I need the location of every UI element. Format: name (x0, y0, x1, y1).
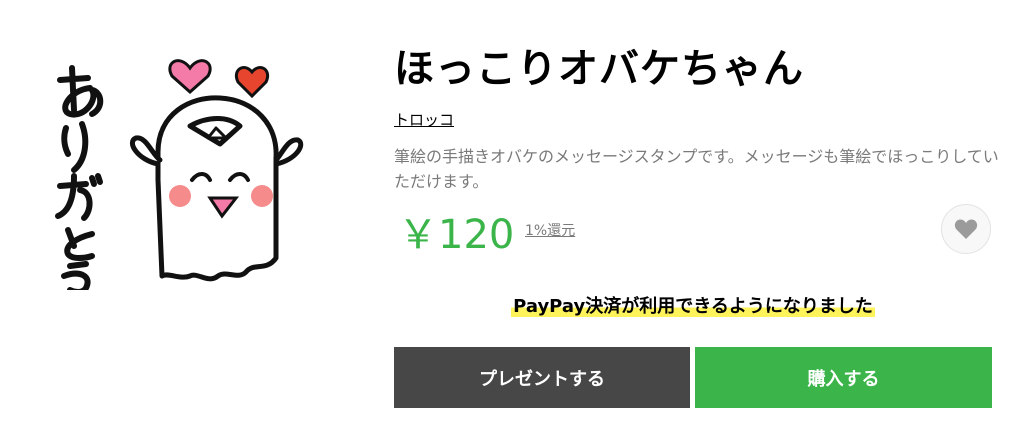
buy-button[interactable]: 購入する (695, 347, 992, 408)
reward-link[interactable]: 1%還元 (525, 220, 575, 240)
thank-you-lettering (55, 65, 104, 295)
gift-button[interactable]: プレゼントする (394, 347, 690, 408)
stamp-image (40, 40, 330, 295)
pink-heart-icon (168, 59, 212, 95)
product-description: 筆絵の手描きオバケのメッセージスタンプです。メッセージも筆絵でほっこりしていただ… (394, 147, 999, 191)
right-cheek (251, 185, 273, 207)
author-link[interactable]: トロッコ (394, 109, 454, 130)
product-title: ほっこりオバケちゃん (394, 46, 804, 92)
heart-icon (954, 219, 978, 239)
paypay-notice: PayPay決済が利用できるようになりました (394, 292, 992, 318)
favorite-button[interactable] (941, 204, 991, 254)
left-cheek (169, 185, 191, 207)
price: ￥120 (398, 212, 515, 258)
ghost-icon (129, 95, 304, 282)
paypay-notice-text: PayPay決済が利用できるようになりました (511, 296, 875, 317)
red-heart-icon (235, 66, 269, 99)
